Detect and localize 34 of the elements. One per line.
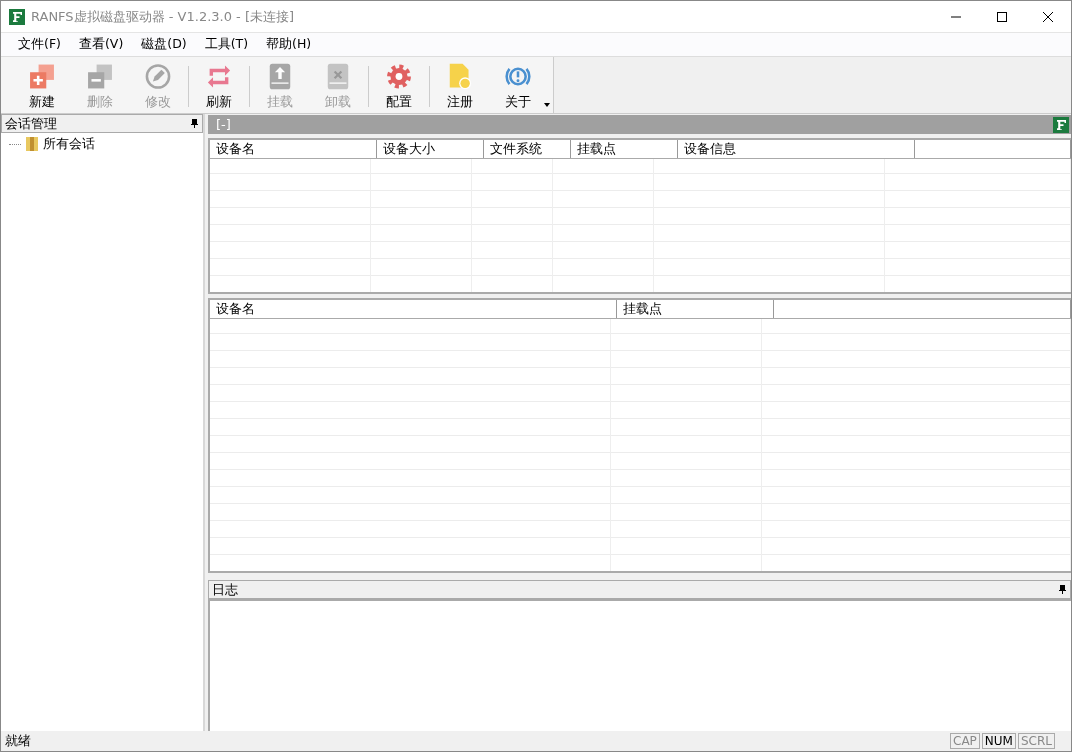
- column-header[interactable]: 设备名: [210, 300, 617, 318]
- app-logo-icon: [1053, 116, 1069, 133]
- menu-item[interactable]: 查看(V): [69, 36, 133, 53]
- close-icon: [1043, 11, 1053, 22]
- menu-item[interactable]: 帮助(H): [257, 36, 321, 53]
- window-title: RANFS虚拟磁盘驱动器 - V1.2.3.0 - [未连接]: [31, 7, 296, 26]
- key-indicator: NUM: [981, 733, 1016, 749]
- app-logo-icon: [9, 8, 25, 25]
- header-label: [-]: [216, 117, 231, 132]
- column-header[interactable]: 文件系统: [484, 140, 571, 158]
- column-header[interactable]: 挂载点: [571, 140, 678, 158]
- toolbar-button[interactable]: 关于: [489, 60, 547, 113]
- toolbar-button[interactable]: 注册: [431, 60, 489, 113]
- maximize-icon: [997, 11, 1007, 22]
- toolbar-button[interactable]: 新建: [13, 60, 71, 113]
- status-text: 就绪: [5, 732, 32, 750]
- column-header[interactable]: 设备大小: [377, 140, 484, 158]
- folder-icon: [25, 136, 39, 152]
- toolbar-button[interactable]: 刷新: [190, 60, 248, 113]
- toolbar-button[interactable]: 配置: [370, 60, 428, 113]
- tree-item[interactable]: 所有会话: [43, 135, 95, 153]
- menu-item[interactable]: 工具(T): [195, 36, 258, 53]
- column-header[interactable]: 挂载点: [617, 300, 774, 318]
- pin-icon[interactable]: [191, 119, 198, 128]
- dropdown-icon[interactable]: [544, 103, 550, 107]
- menu-item[interactable]: 文件(F): [9, 36, 70, 53]
- key-indicator: CAP: [950, 733, 980, 749]
- key-indicator: SCRL: [1017, 733, 1055, 749]
- column-header[interactable]: 设备名: [210, 140, 377, 158]
- menu-item[interactable]: 磁盘(D): [132, 36, 196, 53]
- pin-icon[interactable]: [1059, 585, 1066, 594]
- panel-title: 会话管理: [5, 114, 57, 133]
- panel-title: 日志: [212, 580, 238, 599]
- column-header[interactable]: 设备信息: [678, 140, 915, 158]
